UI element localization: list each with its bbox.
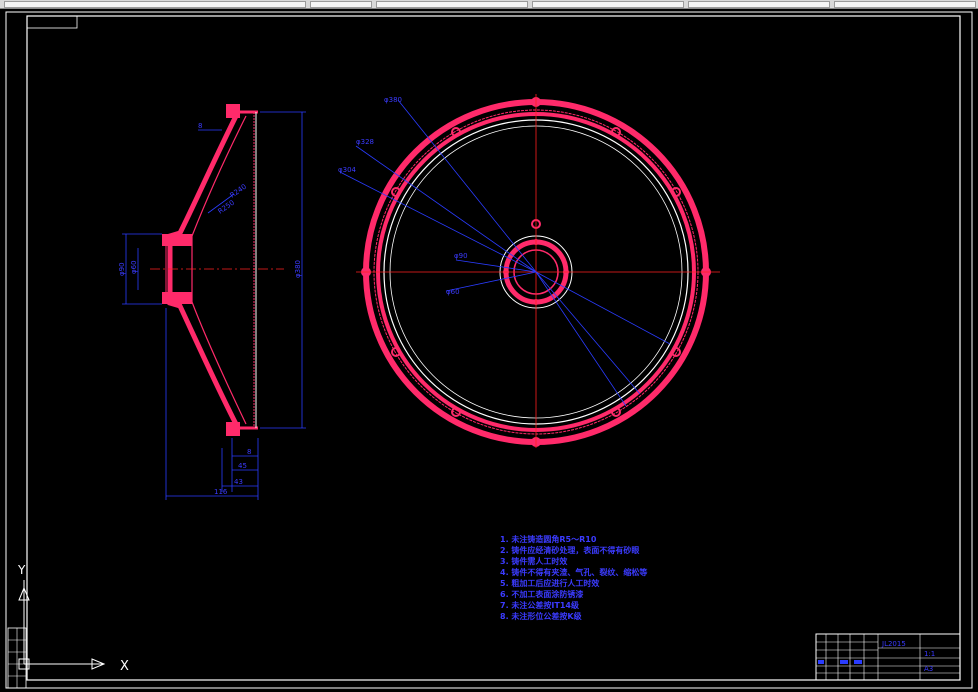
ucs-x-label: X bbox=[120, 659, 129, 674]
toolbar-segment[interactable] bbox=[688, 1, 830, 8]
note-line: 3. 铸件需人工时效 bbox=[500, 556, 567, 566]
dim-front-d5: φ60 bbox=[446, 288, 460, 296]
title-block[interactable]: JL2015 1:1 A3 bbox=[815, 633, 961, 681]
toolbar-segment[interactable] bbox=[376, 1, 528, 8]
toolbar-segment[interactable] bbox=[310, 1, 372, 8]
dim-hub-outer: φ90 bbox=[118, 262, 126, 276]
tb-sheet: A3 bbox=[924, 665, 933, 673]
ucs-y-label: Y bbox=[17, 563, 26, 577]
corner-box bbox=[26, 15, 78, 29]
tb-mark bbox=[818, 660, 824, 664]
dim-overall-height: φ380 bbox=[294, 260, 302, 278]
dim-depth-1: 45 bbox=[238, 462, 247, 470]
leader-d2 bbox=[355, 145, 537, 273]
toolbar-segment[interactable] bbox=[834, 1, 976, 8]
dim-hub-inner: φ60 bbox=[130, 260, 138, 274]
tb-scale: 1:1 bbox=[924, 650, 935, 658]
note-line: 7. 未注公差按IT14级 bbox=[500, 600, 580, 610]
hub-bottom bbox=[162, 292, 192, 304]
note-line: 6. 不加工表面涂防锈漆 bbox=[500, 589, 583, 599]
dish-wall-inner bbox=[191, 115, 247, 425]
dim-small-depth: 8 bbox=[247, 448, 251, 456]
tb-mark bbox=[854, 660, 862, 664]
dim-front-d1: φ380 bbox=[384, 96, 402, 104]
hub-top bbox=[162, 234, 192, 246]
tb-drawing-no: JL2015 bbox=[881, 640, 906, 648]
note-line: 2. 铸件应经清砂处理，表面不得有砂眼 bbox=[500, 545, 639, 555]
leader-d3-end bbox=[535, 271, 627, 407]
tb-mark bbox=[840, 660, 848, 664]
dim-depth-2: 43 bbox=[234, 478, 243, 486]
dim-radius-2: R250 bbox=[217, 199, 237, 216]
ucs-icon: Y X bbox=[17, 563, 129, 674]
dim-total-width: 116 bbox=[214, 488, 228, 496]
note-line: 5. 粗加工后应进行人工时效 bbox=[500, 578, 599, 588]
leader-d2-end bbox=[535, 271, 641, 395]
note-line: 8. 未注形位公差按K级 bbox=[500, 611, 583, 621]
toolbar-segment[interactable] bbox=[532, 1, 684, 8]
bottom-flange bbox=[226, 422, 240, 436]
outer-frame bbox=[5, 11, 973, 689]
dim-small: 8 bbox=[198, 122, 202, 130]
dim-front-d3: φ304 bbox=[338, 166, 357, 174]
note-line: 4. 铸件不得有夹渣、气孔、裂纹、缩松等 bbox=[500, 567, 647, 577]
leader-d1 bbox=[397, 99, 537, 273]
dish-wall-outer bbox=[167, 110, 241, 430]
dim-front-d4: φ90 bbox=[454, 252, 468, 260]
front-view[interactable]: φ380 φ328 φ304 φ90 φ60 bbox=[338, 94, 720, 448]
note-line: 1. 未注铸造圆角R5～R10 bbox=[500, 534, 597, 544]
drawing-canvas[interactable]: φ380 φ90 φ60 8 R240 R250 8 45 43 116 φ38… bbox=[0, 8, 978, 692]
side-view[interactable]: φ380 φ90 φ60 8 R240 R250 8 45 43 116 bbox=[118, 104, 306, 500]
cad-drawing[interactable]: φ380 φ90 φ60 8 R240 R250 8 45 43 116 φ38… bbox=[0, 8, 978, 692]
leader-d1-end bbox=[535, 271, 671, 345]
top-flange bbox=[226, 104, 240, 118]
technical-notes: 1. 未注铸造圆角R5～R10 2. 铸件应经清砂处理，表面不得有砂眼 3. 铸… bbox=[500, 534, 647, 621]
toolbar-segment[interactable] bbox=[4, 1, 306, 8]
dim-radius-1: R240 bbox=[229, 183, 249, 200]
left-revision-table bbox=[7, 627, 27, 689]
dim-front-d2: φ328 bbox=[356, 138, 374, 146]
